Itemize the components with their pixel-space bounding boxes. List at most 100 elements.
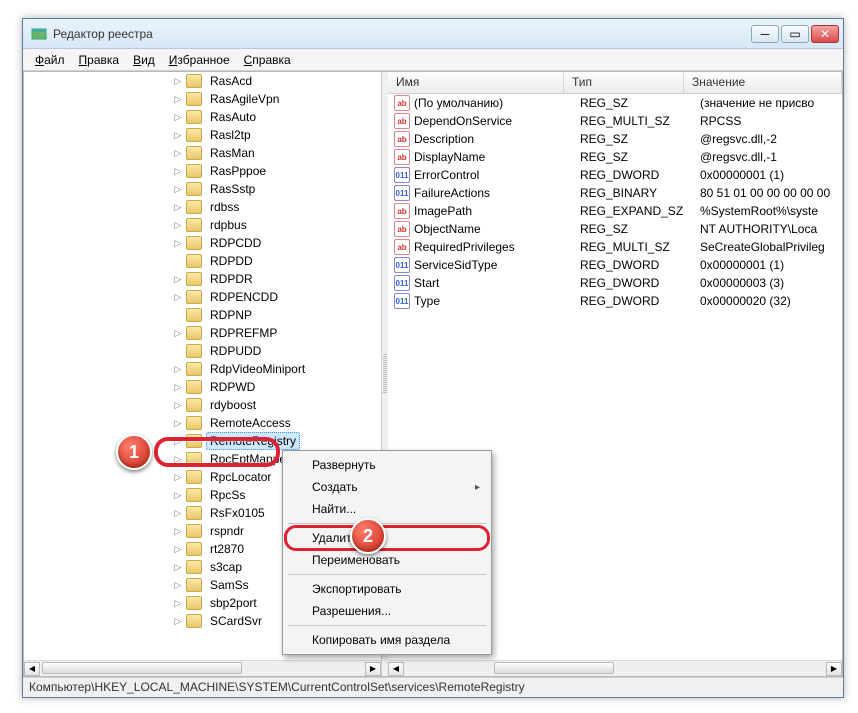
value-row[interactable]: ab(По умолчанию)REG_SZ(значение не присв… [388, 94, 842, 112]
ctx-export[interactable]: Экспортировать [286, 578, 488, 600]
expand-icon[interactable] [172, 309, 184, 321]
expand-icon[interactable] [172, 183, 184, 195]
value-row[interactable]: abDescriptionREG_SZ@regsvc.dll,-2 [388, 130, 842, 148]
scroll-left-icon[interactable]: ◀ [388, 662, 404, 676]
tree-item[interactable]: RasPppoe [24, 162, 381, 180]
tree-item[interactable]: RDPCDD [24, 234, 381, 252]
expand-icon[interactable] [172, 471, 184, 483]
ctx-copy-key-name[interactable]: Копировать имя раздела [286, 629, 488, 651]
expand-icon[interactable] [172, 147, 184, 159]
expand-icon[interactable] [172, 507, 184, 519]
expand-icon[interactable] [172, 165, 184, 177]
value-data: (значение не присво [700, 96, 842, 110]
value-row[interactable]: 011ErrorControlREG_DWORD0x00000001 (1) [388, 166, 842, 184]
tree-item[interactable]: rdbss [24, 198, 381, 216]
expand-icon[interactable] [172, 381, 184, 393]
tree-item[interactable]: Rasl2tp [24, 126, 381, 144]
ctx-delete[interactable]: Удалить [286, 527, 488, 549]
expand-icon[interactable] [172, 453, 184, 465]
scroll-right-icon[interactable]: ▶ [826, 662, 842, 676]
value-row[interactable]: 011StartREG_DWORD0x00000003 (3) [388, 274, 842, 292]
expand-icon[interactable] [172, 579, 184, 591]
expand-icon[interactable] [172, 345, 184, 357]
expand-icon[interactable] [172, 129, 184, 141]
values-header[interactable]: Имя Тип Значение [388, 72, 842, 94]
annotation-callout-2: 2 [350, 518, 386, 554]
value-row[interactable]: abRequiredPrivilegesREG_MULTI_SZSeCreate… [388, 238, 842, 256]
tree-item-label: RasPppoe [206, 162, 270, 180]
tree-item[interactable]: RasSstp [24, 180, 381, 198]
value-row[interactable]: 011TypeREG_DWORD0x00000020 (32) [388, 292, 842, 310]
tree-item[interactable]: RemoteRegistry [24, 432, 381, 450]
ctx-expand[interactable]: Развернуть [286, 454, 488, 476]
expand-icon[interactable] [172, 219, 184, 231]
titlebar[interactable]: Редактор реестра ─ ▭ ✕ [23, 19, 843, 49]
tree-hscroll[interactable]: ◀ ▶ [24, 660, 381, 676]
expand-icon[interactable] [172, 75, 184, 87]
tree-item[interactable]: RDPENCDD [24, 288, 381, 306]
expand-icon[interactable] [172, 525, 184, 537]
value-row[interactable]: abObjectNameREG_SZNT AUTHORITY\Loca [388, 220, 842, 238]
tree-item-label: RDPUDD [206, 342, 265, 360]
tree-item[interactable]: RasAgileVpn [24, 90, 381, 108]
menu-file[interactable]: Файл [29, 51, 71, 69]
tree-item[interactable]: RasAuto [24, 108, 381, 126]
tree-item[interactable]: RdpVideoMiniport [24, 360, 381, 378]
expand-icon[interactable] [172, 93, 184, 105]
tree-item[interactable]: RDPNP [24, 306, 381, 324]
col-value[interactable]: Значение [684, 72, 842, 93]
tree-item[interactable]: RDPUDD [24, 342, 381, 360]
expand-icon[interactable] [172, 111, 184, 123]
tree-item[interactable]: RDPDD [24, 252, 381, 270]
value-row[interactable]: abDisplayNameREG_SZ@regsvc.dll,-1 [388, 148, 842, 166]
scroll-thumb[interactable] [42, 662, 242, 674]
ctx-find[interactable]: Найти... [286, 498, 488, 520]
tree-item[interactable]: RemoteAccess [24, 414, 381, 432]
maximize-button[interactable]: ▭ [781, 25, 809, 43]
expand-icon[interactable] [172, 561, 184, 573]
col-name[interactable]: Имя [388, 72, 564, 93]
tree-item[interactable]: RDPREFMP [24, 324, 381, 342]
tree-item[interactable]: RDPDR [24, 270, 381, 288]
menu-favorites[interactable]: Избранное [163, 51, 236, 69]
value-name: RequiredPrivileges [414, 240, 580, 254]
close-button[interactable]: ✕ [811, 25, 839, 43]
value-row[interactable]: 011ServiceSidTypeREG_DWORD0x00000001 (1) [388, 256, 842, 274]
expand-icon[interactable] [172, 489, 184, 501]
expand-icon[interactable] [172, 615, 184, 627]
tree-item[interactable]: RasAcd [24, 72, 381, 90]
expand-icon[interactable] [172, 543, 184, 555]
tree-item[interactable]: RasMan [24, 144, 381, 162]
minimize-button[interactable]: ─ [751, 25, 779, 43]
scroll-right-icon[interactable]: ▶ [365, 662, 381, 676]
expand-icon[interactable] [172, 363, 184, 375]
scroll-thumb[interactable] [494, 662, 614, 674]
menu-edit[interactable]: Правка [73, 51, 126, 69]
values-hscroll[interactable]: ◀ ▶ [388, 660, 842, 676]
expand-icon[interactable] [172, 435, 184, 447]
expand-icon[interactable] [172, 597, 184, 609]
menu-help[interactable]: Справка [238, 51, 297, 69]
scroll-left-icon[interactable]: ◀ [24, 662, 40, 676]
expand-icon[interactable] [172, 201, 184, 213]
expand-icon[interactable] [172, 417, 184, 429]
tree-item[interactable]: rdyboost [24, 396, 381, 414]
tree-item[interactable]: rdpbus [24, 216, 381, 234]
tree-item[interactable]: RDPWD [24, 378, 381, 396]
expand-icon[interactable] [172, 327, 184, 339]
expand-icon[interactable] [172, 255, 184, 267]
binary-value-icon: 011 [394, 275, 410, 291]
value-row[interactable]: abDependOnServiceREG_MULTI_SZRPCSS [388, 112, 842, 130]
value-row[interactable]: abImagePathREG_EXPAND_SZ%SystemRoot%\sys… [388, 202, 842, 220]
menu-view[interactable]: Вид [127, 51, 161, 69]
expand-icon[interactable] [172, 273, 184, 285]
value-row[interactable]: 011FailureActionsREG_BINARY80 51 01 00 0… [388, 184, 842, 202]
ctx-create[interactable]: Создать [286, 476, 488, 498]
col-type[interactable]: Тип [564, 72, 684, 93]
expand-icon[interactable] [172, 237, 184, 249]
ctx-permissions[interactable]: Разрешения... [286, 600, 488, 622]
tree-item-label: rspndr [206, 522, 248, 540]
ctx-rename[interactable]: Переименовать [286, 549, 488, 571]
expand-icon[interactable] [172, 291, 184, 303]
expand-icon[interactable] [172, 399, 184, 411]
